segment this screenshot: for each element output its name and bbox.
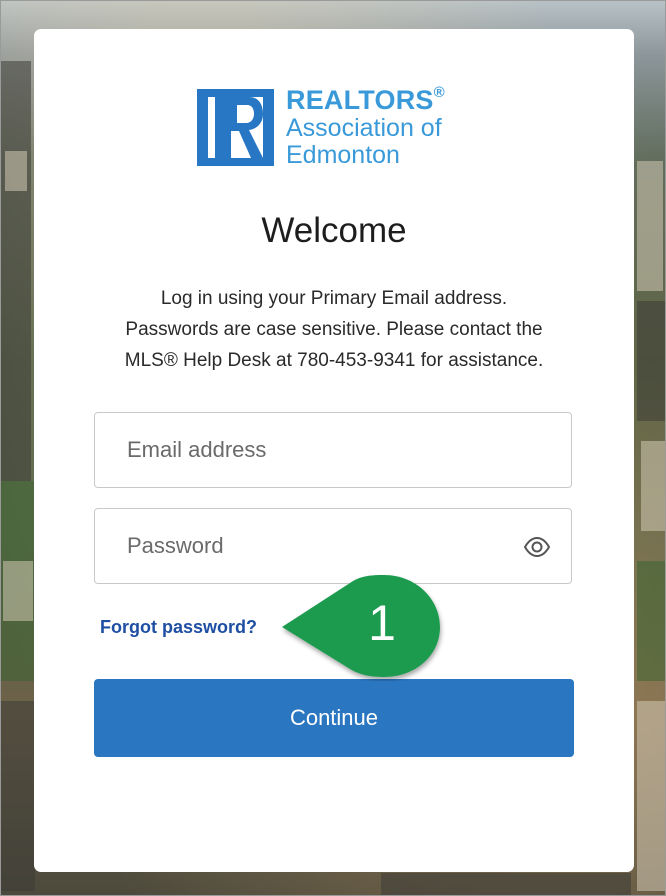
eye-icon[interactable] [523,534,551,560]
background-building [637,161,663,291]
login-instructions: Log in using your Primary Email address.… [74,283,594,376]
brand-line-3: Edmonton [286,141,400,169]
forgot-password-link[interactable]: Forgot password? [100,617,257,638]
brand-line-1: REALTORS® [286,84,445,115]
step-callout: 1 [280,573,446,681]
background-building [3,561,33,621]
step-number: 1 [368,595,396,651]
background-building [1,701,35,891]
instruction-line: MLS® Help Desk at 780-453-9341 for assis… [124,350,544,371]
brand-line-2: Association of [286,114,442,142]
instruction-line: Passwords are case sensitive. Please con… [125,319,543,340]
continue-button[interactable]: Continue [94,679,574,757]
email-field[interactable] [127,413,507,487]
background-building [1,61,31,481]
background-building [5,151,27,191]
brand-name: REALTORS® Association of Edmonton [286,84,445,169]
page-title: Welcome [261,211,407,250]
background-building [641,441,665,531]
background-building [381,873,631,895]
background-building [637,701,665,891]
email-field-container [94,412,572,488]
brand-logo: REALTORS® Association of Edmonton [197,85,487,175]
login-card: REALTORS® Association of Edmonton Welcom… [34,29,634,872]
password-field[interactable] [127,509,507,583]
instruction-line: Log in using your Primary Email address. [160,288,508,309]
background-building [637,301,665,421]
realtor-r-logo-icon [197,89,274,166]
background-trees [637,561,665,681]
